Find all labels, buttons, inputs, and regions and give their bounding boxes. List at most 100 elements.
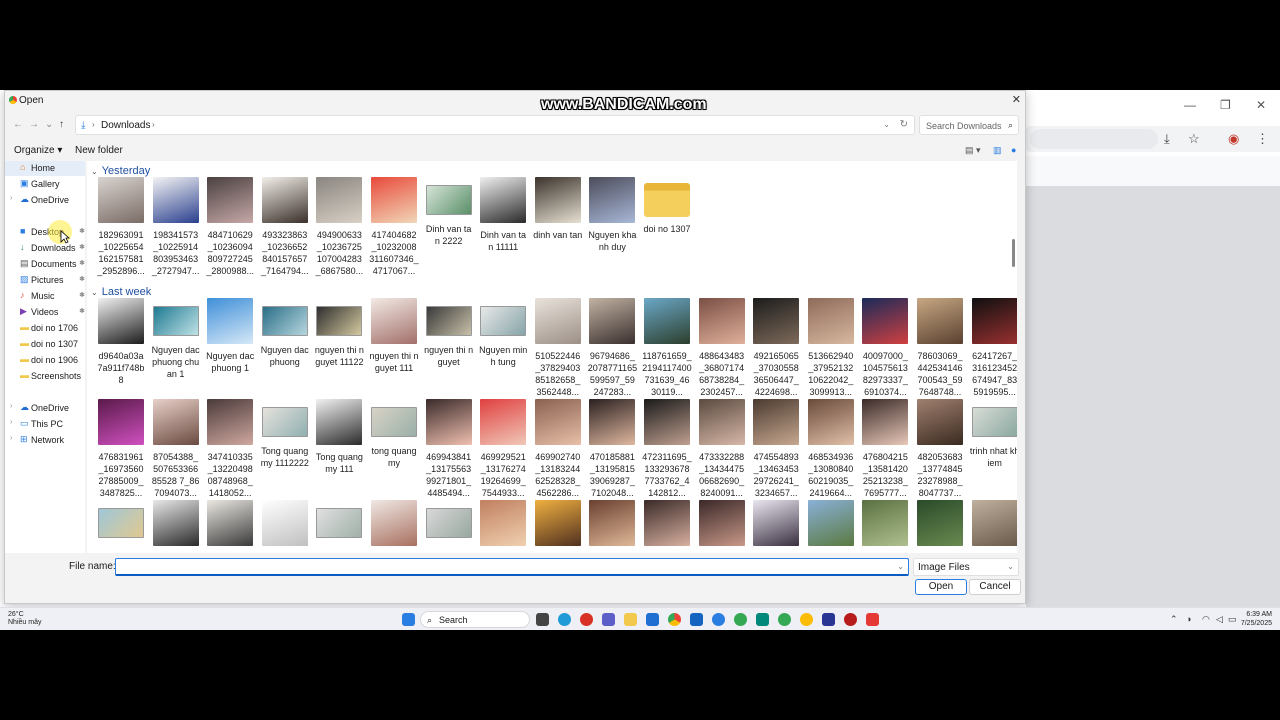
file-item[interactable]	[970, 500, 1017, 552]
sidebar-item-onedrive[interactable]: › ☁ OneDrive	[5, 401, 85, 416]
file-item[interactable]	[697, 500, 747, 552]
weather-widget[interactable]: 26°C Nhiều mây	[8, 611, 41, 627]
app-icon[interactable]	[712, 613, 725, 626]
file-item[interactable]: Dinh van tan 11111	[478, 177, 528, 253]
new-folder-button[interactable]: New folder	[75, 145, 123, 156]
refresh-icon[interactable]: ↻	[900, 119, 908, 130]
file-item[interactable]: 472311695_1332936787733762_4142812...	[642, 399, 692, 499]
breadcrumb-downloads[interactable]: Downloads	[101, 120, 150, 131]
file-item[interactable]: Nguyen dac phuong	[260, 298, 310, 368]
file-item[interactable]: 198341573_10225914803953463_2727947...	[151, 177, 201, 277]
file-item[interactable]: 78603069_442534146700543_597648748...	[915, 298, 965, 398]
file-item[interactable]: 488643483_3680717468738284_2302457...	[697, 298, 747, 398]
teams-icon[interactable]	[602, 613, 615, 626]
file-item[interactable]: 513662940_3795213210622042_3099913...	[806, 298, 856, 398]
file-item[interactable]	[96, 500, 146, 546]
dialog-close-button[interactable]: ✕	[1012, 93, 1021, 106]
file-item[interactable]: 96794686_2078771165599597_59247283...	[587, 298, 637, 398]
chevron-down-icon[interactable]: ⌄	[897, 562, 904, 571]
bookmark-star-icon[interactable]: ☆	[1188, 131, 1200, 147]
file-item[interactable]: nguyen thi nguyet 111	[369, 298, 419, 374]
file-item[interactable]: 476831961_1697356027885009_3487825...	[96, 399, 146, 499]
tray-icon[interactable]: ◑	[1186, 614, 1191, 624]
maximize-button[interactable]: ❐	[1220, 98, 1231, 112]
file-item[interactable]: nguyen thi nguyet 11122	[314, 298, 364, 368]
file-item[interactable]: 474554893_1346345329726241_3234657...	[751, 399, 801, 499]
file-item[interactable]: 494900633_10236725107004283_6867580...	[314, 177, 364, 277]
chevron-right-icon[interactable]: ›	[152, 120, 155, 129]
system-clock[interactable]: 6:39 AM 7/25/2025	[1240, 610, 1272, 628]
task-view-icon[interactable]	[536, 613, 549, 626]
file-item[interactable]: 182963091_10225654162157581_2952896...	[96, 177, 146, 277]
chevron-down-icon[interactable]: ⌄	[91, 288, 98, 297]
file-item[interactable]: 493323863_10236652840157657_7164794...	[260, 177, 310, 277]
file-item[interactable]: 87054388_50765336685528 7_867094073...	[151, 399, 201, 499]
notes-icon[interactable]	[756, 613, 769, 626]
sidebar-item-videos[interactable]: ▶ Videos ✱	[5, 305, 85, 320]
file-item[interactable]: 469902740_1318324462528328_4562286...	[533, 399, 583, 499]
chevron-up-icon[interactable]: ⌃	[1170, 614, 1178, 625]
chrome-profile-icon[interactable]	[734, 613, 747, 626]
file-item[interactable]: 468534936_1308084060219035_2419664...	[806, 399, 856, 499]
sidebar-item-downloads[interactable]: ↓ Downloads ✱	[5, 241, 85, 256]
sidebar-item-screenshots[interactable]: ▬ Screenshots	[5, 369, 85, 384]
sidebar-item-this-pc[interactable]: › ▭ This PC	[5, 417, 85, 432]
wifi-icon[interactable]: ◠	[1202, 614, 1210, 625]
preview-pane-icon[interactable]: ▥	[993, 145, 1002, 156]
edge-icon[interactable]	[558, 613, 571, 626]
file-item[interactable]: 484710629_10236094809727245_2800988...	[205, 177, 255, 277]
start-icon[interactable]	[402, 613, 415, 626]
vertical-scrollbar[interactable]	[1012, 239, 1015, 267]
up-button[interactable]: ↑	[59, 119, 64, 130]
file-item[interactable]: Nguyen minh tung	[478, 298, 528, 368]
chevron-right-icon[interactable]: ›	[10, 195, 12, 202]
sidebar-item-desktop[interactable]: ■Desktop✱	[5, 225, 85, 240]
sidebar-item-home[interactable]: ⌂ Home	[5, 161, 85, 176]
app-icon[interactable]	[866, 613, 879, 626]
volume-icon[interactable]: ◁	[1216, 614, 1223, 625]
file-item[interactable]: Nguyen dac phuong 1	[205, 298, 255, 374]
file-item[interactable]	[478, 500, 528, 552]
file-item[interactable]: 62417267_316123452674947_835919595...	[970, 298, 1017, 398]
recent-locations-button[interactable]: ⌄	[45, 119, 53, 130]
store-icon[interactable]	[646, 613, 659, 626]
file-item[interactable]: Dinh van tan 2222	[424, 177, 474, 247]
file-item[interactable]	[151, 500, 201, 552]
file-item[interactable]: 492165065_3703055836506447_4224698...	[751, 298, 801, 398]
file-item[interactable]: 417404682_10232008311607346_4717067...	[369, 177, 419, 277]
sidebar-item-doi-no-1706[interactable]: ▬ doi no 1706	[5, 321, 85, 336]
taskbar-search[interactable]: ⌕ Search	[420, 611, 530, 628]
file-item[interactable]: 473332288_1343447506682690_8240091...	[697, 399, 747, 499]
group-header[interactable]: ⌄ Yesterday	[91, 165, 150, 177]
file-item[interactable]: dinh van tan	[533, 177, 583, 241]
file-item[interactable]: 118761659_2194117400731639_4630119...	[642, 298, 692, 398]
chevron-down-icon[interactable]: ⌄	[91, 167, 98, 176]
file-type-filter[interactable]: Image Files ⌄	[913, 558, 1019, 576]
file-item[interactable]: 482053683_1377484523278988_8047737...	[915, 399, 965, 499]
address-bar[interactable]: ⤓ › Downloads › ⌄ ↻	[75, 115, 915, 135]
forward-button[interactable]: →	[29, 119, 39, 130]
file-item[interactable]	[533, 500, 583, 552]
chevron-right-icon[interactable]: ›	[10, 419, 12, 426]
file-item[interactable]: 469929521_1317627419264699_7544933...	[478, 399, 528, 499]
minimize-button[interactable]: —	[1184, 98, 1196, 112]
file-item[interactable]: Nguyen dac phuong chuan 1	[151, 298, 201, 380]
file-item[interactable]: trinh nhat khiem	[970, 399, 1017, 469]
file-item[interactable]	[260, 500, 310, 552]
file-item[interactable]: 347410335_1322049808748968_1418052...	[205, 399, 255, 499]
file-item[interactable]: Tong quang my 111	[314, 399, 364, 475]
file-item[interactable]: d9640a03a7a911f748b8	[96, 298, 146, 386]
sidebar-item-doi-no-1906[interactable]: ▬ doi no 1906	[5, 353, 85, 368]
sidebar-item-music[interactable]: ♪ Music ✱	[5, 289, 85, 304]
menu-icon[interactable]: ⋮	[1256, 131, 1269, 147]
back-button[interactable]: ←	[13, 119, 23, 130]
close-button[interactable]: ✕	[1256, 98, 1266, 112]
help-icon[interactable]: ●	[1011, 145, 1016, 155]
file-item[interactable]	[642, 500, 692, 552]
file-item[interactable]: 40097000_10457561382973337_6910374...	[860, 298, 910, 398]
file-item[interactable]	[314, 500, 364, 546]
sidebar-item-doi-no-1307[interactable]: ▬ doi no 1307	[5, 337, 85, 352]
file-item[interactable]	[205, 500, 255, 552]
open-button[interactable]: Open	[915, 579, 967, 595]
file-item[interactable]: 476804215_1358142025213238_7695777...	[860, 399, 910, 499]
